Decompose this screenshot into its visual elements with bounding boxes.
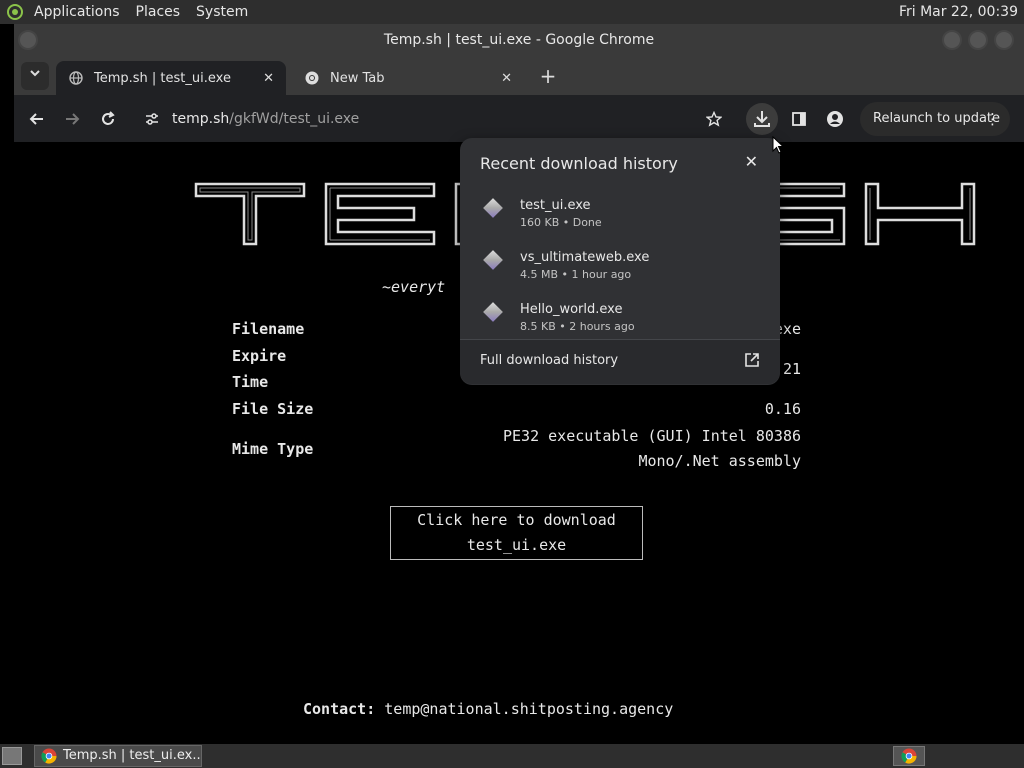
window-title: Temp.sh | test_ui.exe - Google Chrome	[383, 32, 655, 48]
mouse-cursor-icon	[772, 136, 784, 154]
minimize-button[interactable]	[942, 30, 962, 50]
file-icon	[483, 198, 503, 218]
download-item-name: vs_ultimateweb.exe	[520, 250, 650, 265]
download-item[interactable]: Hello_world.exe 8.5 KB • 2 hours ago	[460, 292, 780, 344]
download-icon	[754, 111, 770, 127]
taskbar-window-chrome[interactable]: Temp.sh | test_ui.ex...	[34, 745, 202, 767]
field-key-filename: Filename	[232, 320, 305, 338]
tab-label: Temp.sh | test_ui.exe	[94, 70, 231, 86]
field-key-file-size: File Size	[232, 400, 314, 418]
reload-icon[interactable]	[94, 105, 122, 133]
chevron-down-icon	[30, 70, 40, 77]
relaunch-label: Relaunch to update	[873, 111, 1001, 126]
file-icon	[483, 250, 503, 270]
url-path: /gkfWd/test_ui.exe	[229, 111, 360, 127]
download-file-button[interactable]: Click here to download test_ui.exe	[390, 506, 643, 560]
download-bubble-title: Recent download history	[480, 154, 678, 173]
menu-applications[interactable]: Applications	[34, 4, 120, 20]
relaunch-to-update-button[interactable]: Relaunch to update ⋮	[860, 102, 1010, 136]
field-value-expire-time: 21	[782, 360, 801, 378]
close-icon[interactable]: ✕	[745, 152, 758, 171]
download-item-name: Hello_world.exe	[520, 302, 623, 317]
field-value-mime-type: PE32 executable (GUI) Intel 80386	[502, 427, 801, 445]
site-info-icon[interactable]	[138, 105, 166, 133]
file-icon	[483, 302, 503, 322]
address-bar[interactable]: temp.sh/gkfWd/test_ui.exe	[172, 103, 672, 135]
menu-system[interactable]: System	[196, 4, 248, 20]
field-key-time: Time	[232, 373, 269, 391]
download-item[interactable]: vs_ultimateweb.exe 4.5 MB • 1 hour ago	[460, 240, 780, 292]
distro-logo-icon[interactable]	[4, 1, 26, 23]
full-download-history-link[interactable]: Full download history	[460, 340, 780, 384]
bottom-taskbar: Temp.sh | test_ui.ex...	[0, 744, 1024, 768]
more-vert-icon: ⋮	[985, 110, 1000, 128]
download-item-meta: 4.5 MB • 1 hour ago	[520, 268, 632, 281]
back-arrow-icon[interactable]	[23, 105, 51, 133]
window-titlebar[interactable]: Temp.sh | test_ui.exe - Google Chrome	[14, 24, 1024, 57]
chrome-icon	[41, 748, 57, 766]
taskbar-window-label: Temp.sh | test_ui.ex...	[63, 748, 202, 763]
tab-new-tab[interactable]: New Tab ✕	[292, 61, 524, 95]
url-host: temp.sh	[172, 111, 230, 127]
download-item[interactable]: test_ui.exe 160 KB • Done	[460, 188, 780, 240]
download-item-name: test_ui.exe	[520, 198, 591, 213]
contact-line: Contact: temp@national.shitposting.agenc…	[303, 700, 673, 718]
chrome-icon	[901, 748, 917, 764]
forward-arrow-icon[interactable]	[58, 105, 86, 133]
close-tab-icon[interactable]: ✕	[501, 71, 512, 86]
maximize-button[interactable]	[968, 30, 988, 50]
close-tab-icon[interactable]: ✕	[263, 71, 274, 86]
chrome-icon	[304, 70, 320, 86]
download-button-line1: Click here to download	[417, 511, 616, 529]
menu-places[interactable]: Places	[136, 4, 181, 20]
download-button-line2: test_ui.exe	[466, 536, 567, 554]
tab-temp-sh[interactable]: Temp.sh | test_ui.exe ✕	[56, 61, 286, 95]
download-item-meta: 8.5 KB • 2 hours ago	[520, 320, 635, 333]
contact-email-link[interactable]: temp@national.shitposting.agency	[384, 700, 673, 718]
tagline: ~everyt	[382, 278, 446, 296]
field-value-file-size: 0.16	[764, 400, 801, 418]
top-panel: Applications Places System Fri Mar 22, 0…	[0, 0, 1024, 24]
tab-strip: Temp.sh | test_ui.exe ✕ New Tab ✕ +	[14, 57, 1024, 95]
close-window-button[interactable]	[994, 30, 1014, 50]
downloads-button[interactable]	[746, 103, 778, 135]
profile-avatar-icon[interactable]	[821, 105, 849, 133]
window-menu-button[interactable]	[18, 30, 38, 50]
browser-toolbar: temp.sh/gkfWd/test_ui.exe Relaunch to up…	[14, 95, 1024, 142]
tab-search-button[interactable]	[21, 62, 49, 90]
full-download-history-label: Full download history	[480, 353, 619, 368]
workspace-switcher[interactable]	[893, 746, 925, 766]
tab-label: New Tab	[330, 70, 385, 86]
field-key-mime-type: Mime Type	[232, 440, 314, 458]
bookmark-star-icon[interactable]	[700, 105, 728, 133]
new-tab-button[interactable]: +	[536, 62, 560, 90]
contact-label: Contact:	[303, 700, 376, 718]
download-bubble: Recent download history ✕ test_ui.exe 16…	[460, 138, 780, 385]
download-item-meta: 160 KB • Done	[520, 216, 602, 229]
panel-clock[interactable]: Fri Mar 22, 00:39	[899, 4, 1018, 20]
side-panel-icon[interactable]	[785, 105, 813, 133]
field-key-expire: Expire	[232, 347, 287, 365]
show-desktop-button[interactable]	[2, 747, 22, 765]
open-in-new-icon	[744, 352, 760, 372]
globe-icon	[68, 70, 84, 86]
field-value-mime-type-line2: Mono/.Net assembly	[638, 452, 801, 470]
